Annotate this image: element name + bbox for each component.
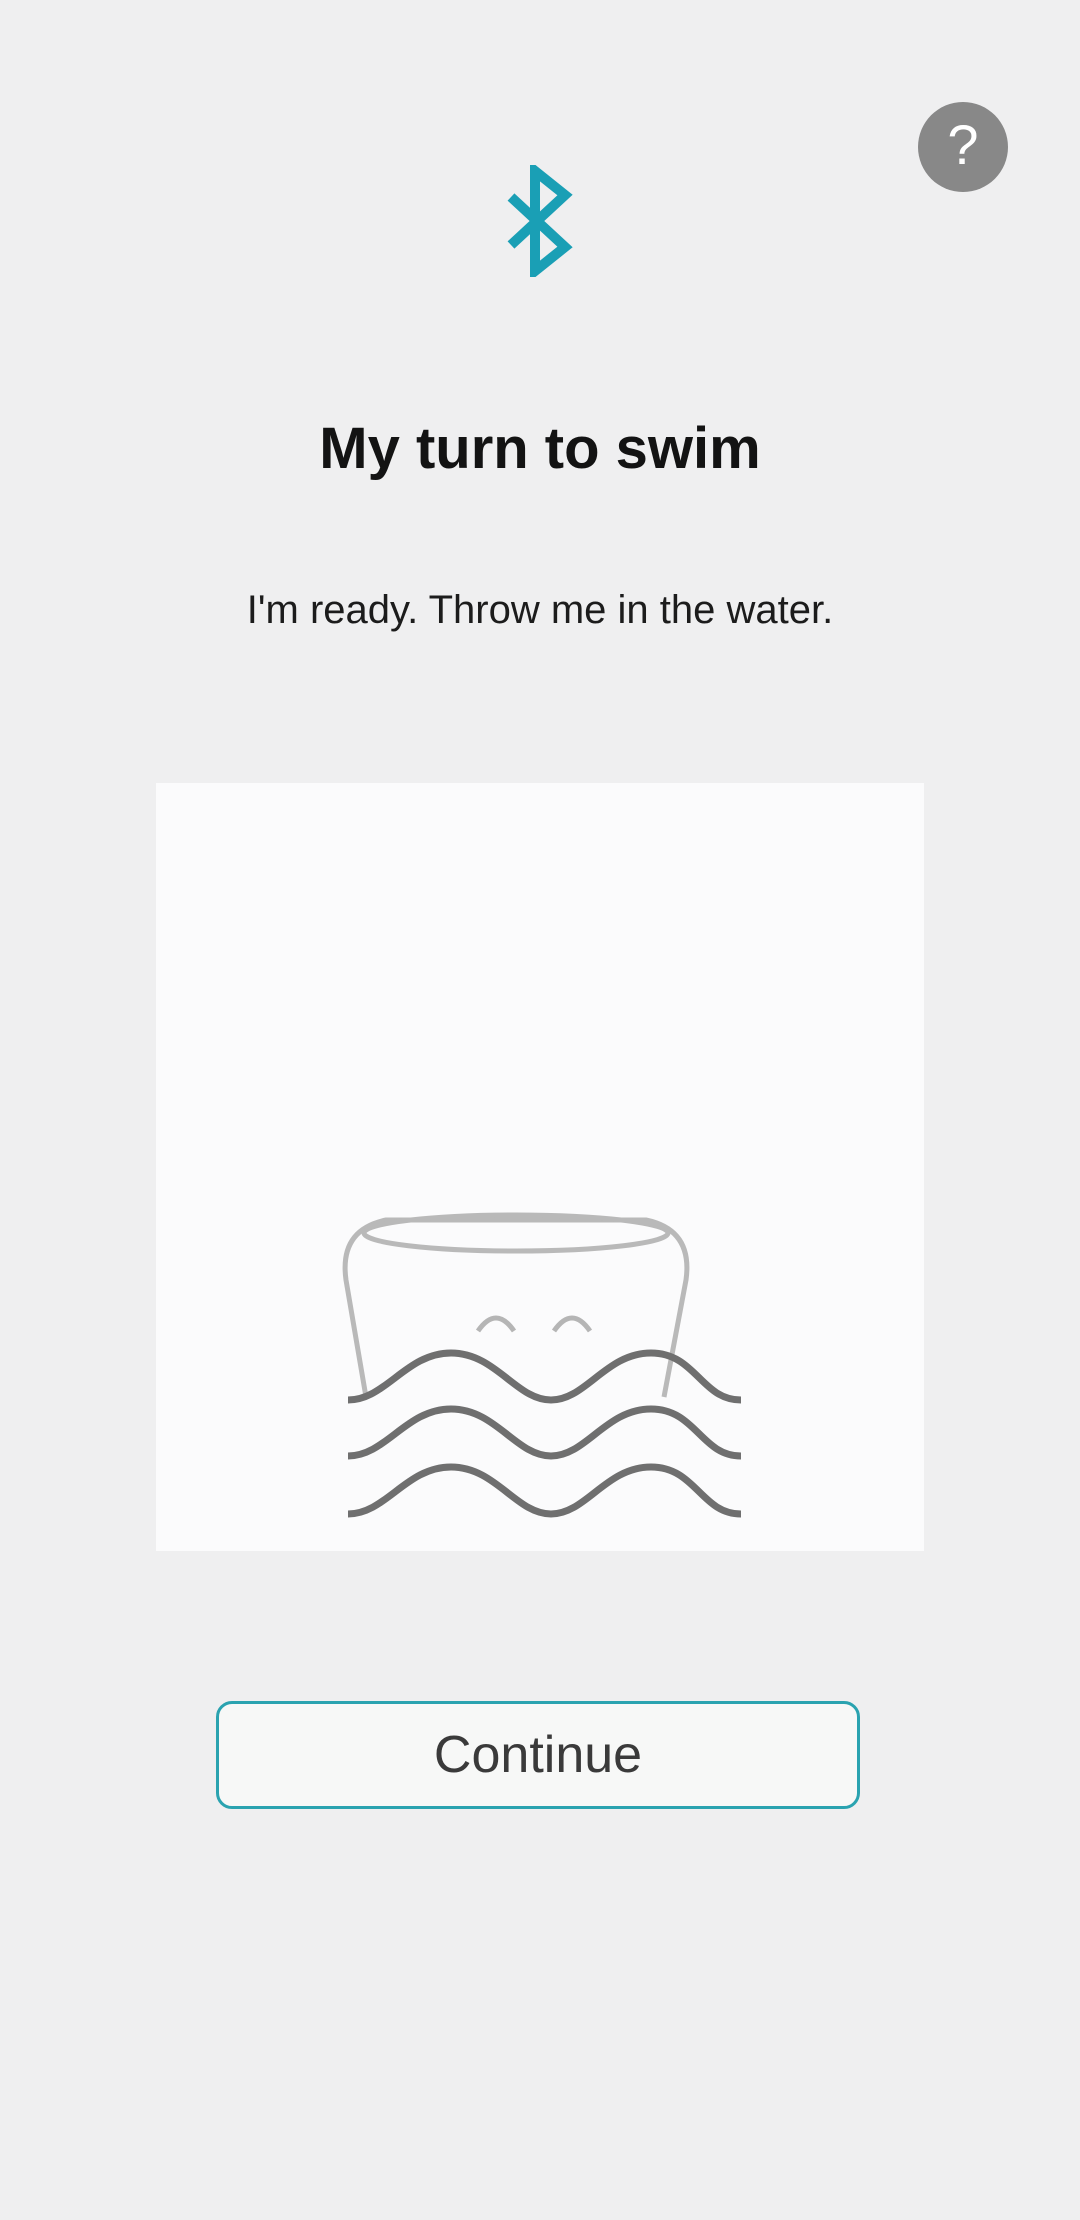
page-subtitle: I'm ready. Throw me in the water. [246, 588, 834, 632]
bluetooth-icon [507, 165, 573, 277]
illustration-panel [156, 783, 924, 1551]
continue-button[interactable]: Continue [216, 1701, 860, 1809]
continue-button-label: Continue [433, 1726, 643, 1784]
question-mark-icon: ? [947, 113, 979, 176]
help-button[interactable]: ? [918, 102, 1008, 192]
device-in-water-icon [342, 1212, 742, 1518]
page-title: My turn to swim [319, 416, 761, 481]
